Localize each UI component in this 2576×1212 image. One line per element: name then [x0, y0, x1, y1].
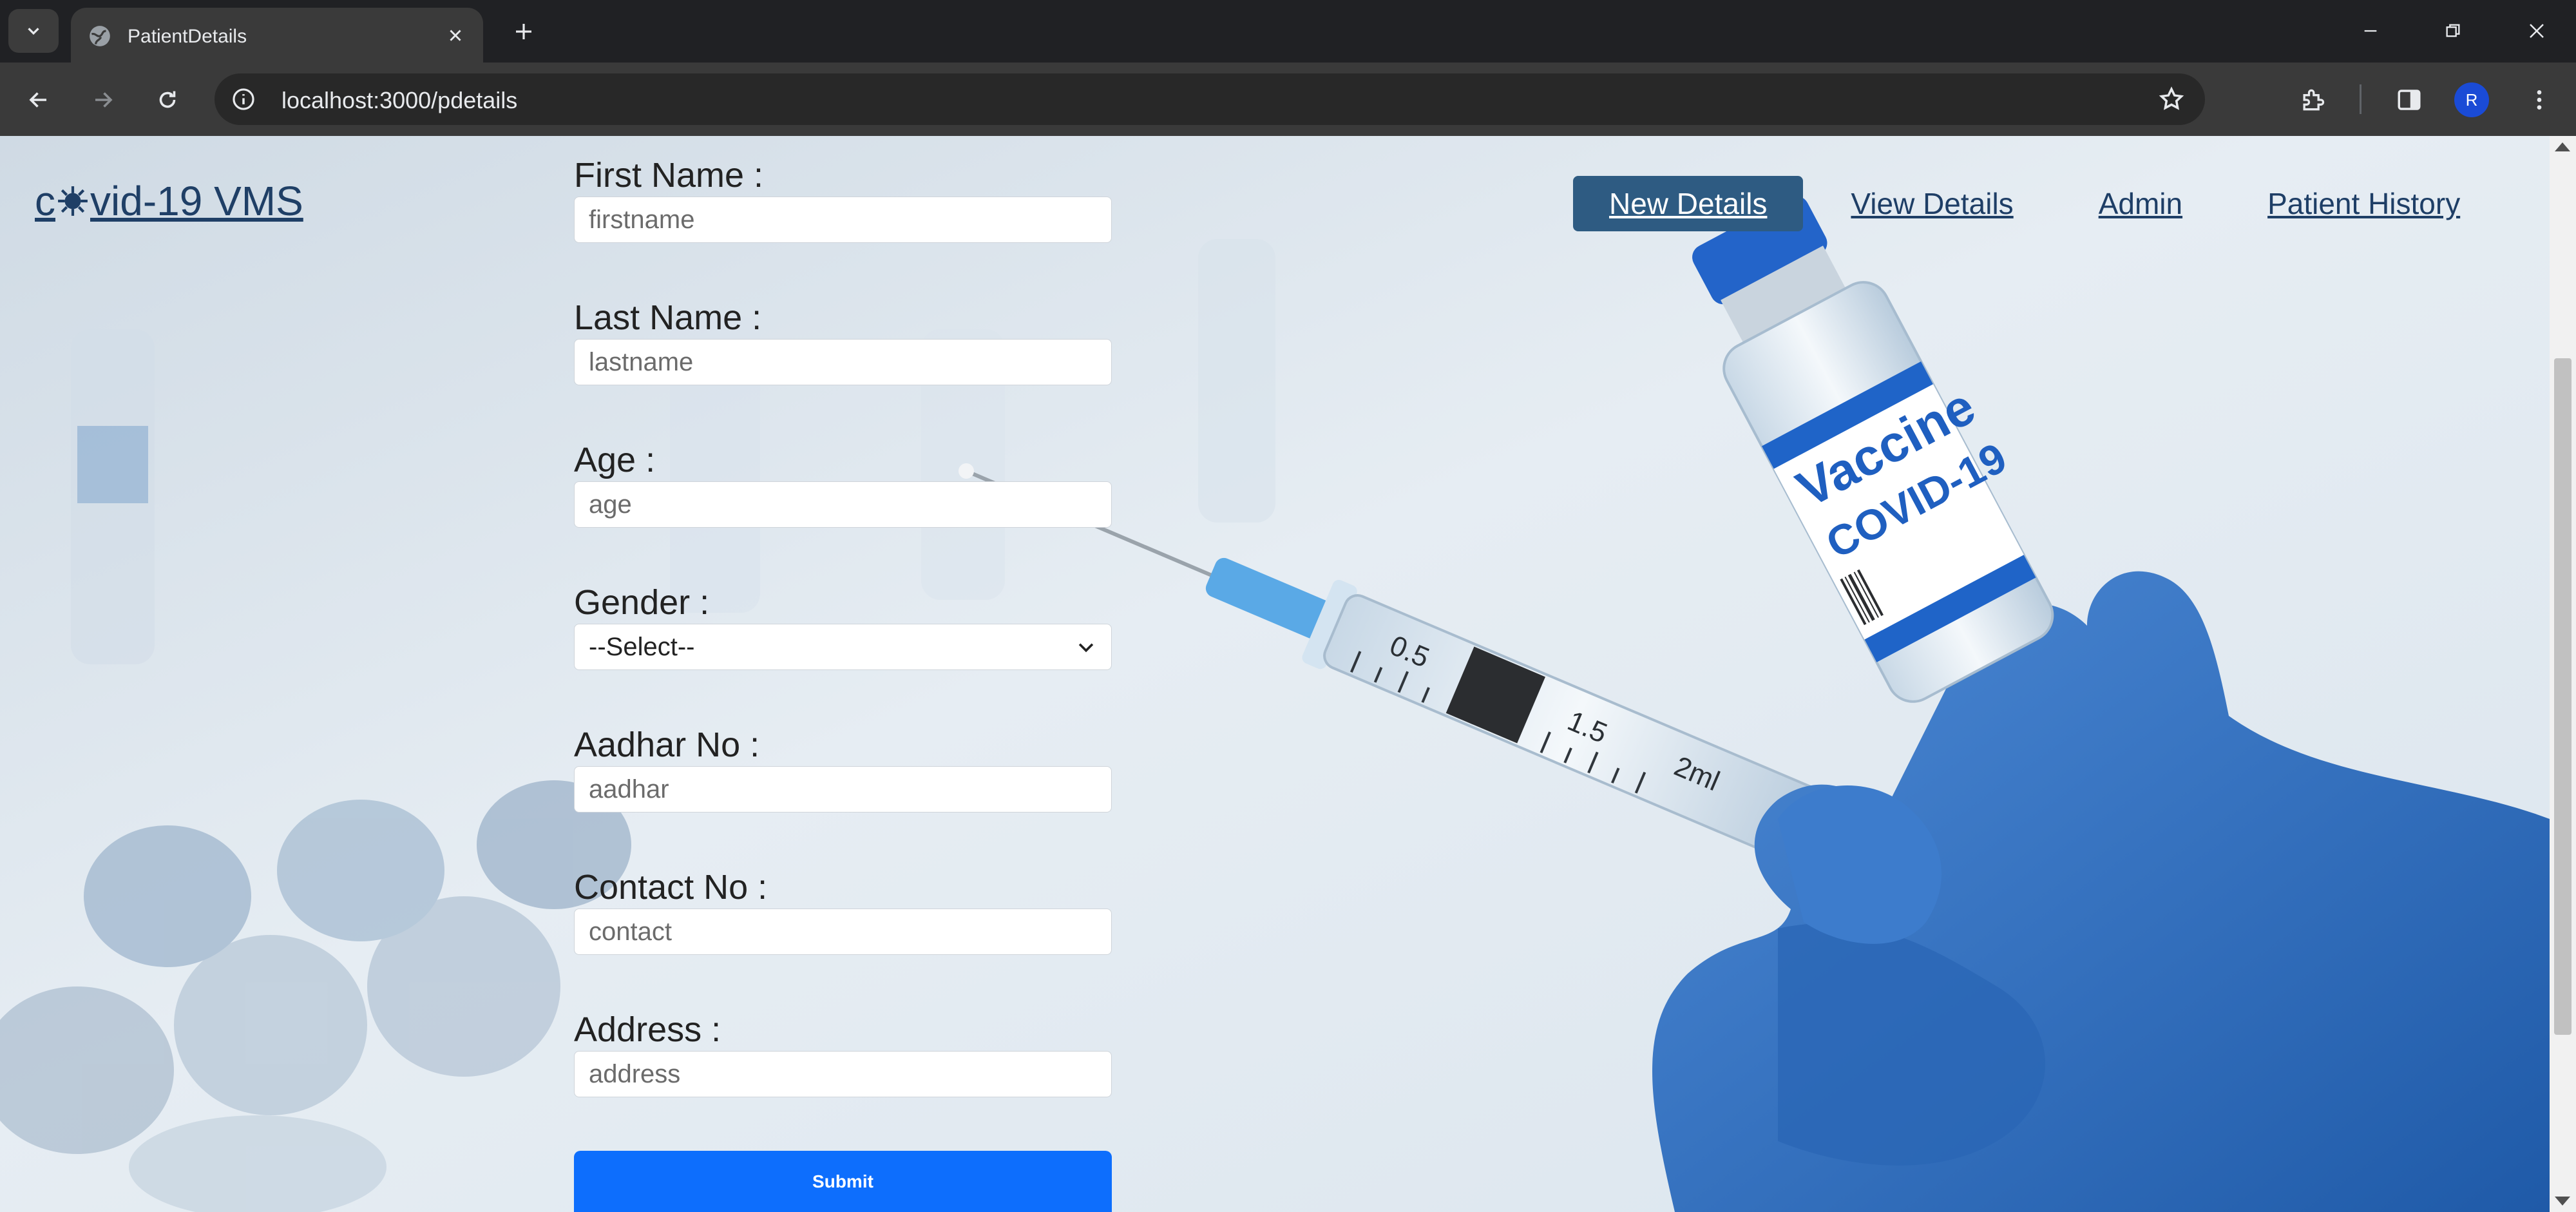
- address-field: Address : address: [574, 1010, 1112, 1152]
- arrow-right-icon: [95, 92, 113, 108]
- nav-admin[interactable]: Admin: [2099, 186, 2182, 221]
- last-name-field: Last Name : lastname: [574, 298, 1112, 440]
- address-label: Address :: [574, 1010, 721, 1049]
- toolbar-divider: [2360, 84, 2361, 114]
- tab-search-button[interactable]: [8, 9, 59, 53]
- scroll-down-arrow-icon[interactable]: [2555, 1197, 2570, 1206]
- first-name-field: First Name : firstname: [574, 155, 1112, 298]
- puzzle-icon: [2303, 89, 2325, 111]
- scrollbar-thumb[interactable]: [2554, 358, 2571, 1035]
- arrow-left-icon: [29, 92, 46, 108]
- virus-icon: [58, 186, 88, 216]
- minimize-button[interactable]: [2351, 14, 2390, 48]
- close-icon: [450, 30, 461, 41]
- restore-icon: [2446, 24, 2460, 37]
- close-icon: [2530, 24, 2544, 38]
- side-panel-button[interactable]: [2390, 81, 2428, 119]
- last-name-input[interactable]: lastname: [574, 339, 1112, 385]
- logo-text-end: vid-19 VMS: [90, 178, 303, 224]
- contact-field: Contact No : contact: [574, 867, 1112, 1010]
- forward-button[interactable]: [84, 81, 122, 119]
- bookmark-button[interactable]: [2155, 82, 2188, 116]
- more-vert-icon: [2537, 90, 2542, 110]
- page-scrollbar[interactable]: [2550, 136, 2576, 1212]
- logo-text-start: c: [35, 178, 55, 224]
- site-info-button[interactable]: [225, 81, 262, 118]
- extensions-button[interactable]: [2293, 81, 2332, 119]
- star-icon: [2159, 86, 2184, 110]
- age-label: Age :: [574, 441, 656, 479]
- url-text[interactable]: localhost:3000/pdetails: [281, 87, 517, 114]
- aadhar-field: Aadhar No : aadhar: [574, 725, 1112, 867]
- info-icon: [233, 88, 254, 110]
- contact-input[interactable]: contact: [574, 909, 1112, 955]
- gender-select[interactable]: --Select--: [574, 624, 1112, 670]
- gender-selected-value: --Select--: [589, 632, 695, 661]
- first-name-input[interactable]: firstname: [574, 197, 1112, 243]
- submit-button[interactable]: Submit: [574, 1151, 1112, 1212]
- address-input[interactable]: address: [574, 1051, 1112, 1097]
- age-field: Age : age: [574, 440, 1112, 582]
- profile-avatar[interactable]: R: [2454, 82, 2489, 117]
- nav-patient-history[interactable]: Patient History: [2267, 186, 2460, 221]
- tab-title: PatientDetails: [128, 26, 247, 47]
- nav-new-details[interactable]: New Details: [1573, 176, 1804, 231]
- plus-icon: [516, 24, 531, 39]
- page-viewport: 0.5 1.5 2ml Vaccine COVID-19 c vid-19 VM…: [0, 136, 2576, 1212]
- reload-button[interactable]: [148, 81, 187, 119]
- last-name-label: Last Name :: [574, 298, 762, 337]
- age-input[interactable]: age: [574, 481, 1112, 528]
- chevron-down-icon: [28, 28, 39, 35]
- nav-view-details[interactable]: View Details: [1851, 186, 2013, 221]
- address-bar[interactable]: localhost:3000/pdetails: [215, 73, 2205, 125]
- gender-label: Gender :: [574, 583, 710, 622]
- minimize-icon: [2364, 30, 2377, 32]
- aadhar-label: Aadhar No :: [574, 726, 760, 764]
- main-nav: New Details View Details Admin Patient H…: [1573, 176, 2460, 231]
- patient-details-form: First Name : firstname Last Name : lastn…: [574, 155, 1112, 1152]
- gender-field: Gender : --Select--: [574, 582, 1112, 725]
- vaccine-background-image: 0.5 1.5 2ml Vaccine COVID-19: [0, 136, 2550, 1212]
- back-button[interactable]: [19, 81, 58, 119]
- side-panel-icon: [2398, 90, 2421, 110]
- browser-tabstrip: PatientDetails: [0, 0, 2576, 63]
- close-window-button[interactable]: [2517, 14, 2556, 48]
- tab-close-button[interactable]: [441, 21, 470, 50]
- browser-menu-button[interactable]: [2520, 81, 2559, 119]
- contact-label: Contact No :: [574, 868, 768, 907]
- reload-icon: [159, 91, 176, 108]
- aadhar-input[interactable]: aadhar: [574, 766, 1112, 813]
- scroll-up-arrow-icon[interactable]: [2555, 142, 2570, 151]
- site-logo[interactable]: c vid-19 VMS: [35, 177, 303, 225]
- first-name-label: First Name :: [574, 156, 764, 195]
- globe-icon: [90, 26, 110, 46]
- new-tab-button[interactable]: [506, 14, 541, 49]
- chevron-down-icon: [1078, 643, 1094, 653]
- browser-toolbar: localhost:3000/pdetails R: [0, 63, 2576, 136]
- restore-button[interactable]: [2434, 14, 2472, 48]
- browser-tab[interactable]: PatientDetails: [71, 8, 483, 63]
